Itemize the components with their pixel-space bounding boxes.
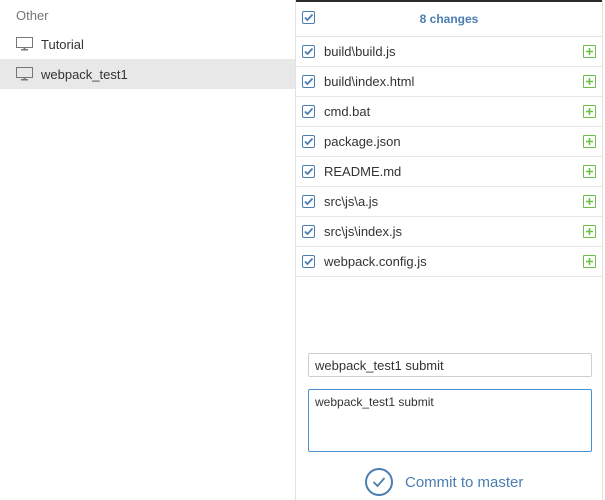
- repo-item-webpack-test1[interactable]: webpack_test1: [0, 59, 295, 89]
- file-row[interactable]: webpack.config.js: [296, 247, 602, 277]
- added-file-icon: [583, 105, 596, 118]
- file-checkbox[interactable]: [302, 135, 315, 148]
- checkmark-icon: [304, 137, 314, 146]
- file-checkbox[interactable]: [302, 225, 315, 238]
- file-row[interactable]: cmd.bat: [296, 97, 602, 127]
- repo-item-label: Tutorial: [41, 36, 84, 52]
- section-title-other: Other: [16, 8, 49, 23]
- file-row[interactable]: README.md: [296, 157, 602, 187]
- monitor-icon: [16, 67, 33, 81]
- checkmark-icon: [304, 167, 314, 176]
- repo-item-tutorial[interactable]: Tutorial: [0, 29, 295, 59]
- checkmark-icon: [304, 227, 314, 236]
- file-name: cmd.bat: [324, 104, 371, 119]
- file-name: build\build.js: [324, 44, 396, 59]
- file-checkbox[interactable]: [302, 45, 315, 58]
- monitor-icon: [16, 37, 33, 51]
- file-name: build\index.html: [324, 74, 415, 89]
- commit-summary-input[interactable]: [308, 353, 592, 377]
- added-file-icon: [583, 45, 596, 58]
- file-row[interactable]: package.json: [296, 127, 602, 157]
- file-checkbox[interactable]: [302, 105, 315, 118]
- added-file-icon: [583, 75, 596, 88]
- file-name: package.json: [324, 134, 401, 149]
- file-name: README.md: [324, 164, 402, 179]
- changes-count: 8 changes: [419, 12, 479, 26]
- repo-item-label: webpack_test1: [41, 66, 128, 82]
- file-row[interactable]: src\js\a.js: [296, 187, 602, 217]
- checkmark-icon: [304, 257, 314, 266]
- file-checkbox[interactable]: [302, 75, 315, 88]
- file-checkbox[interactable]: [302, 195, 315, 208]
- commit-button[interactable]: Commit to master: [365, 466, 555, 498]
- repository-sidebar: Other Tutorial webpack_test1: [0, 0, 295, 500]
- file-row[interactable]: build\index.html: [296, 67, 602, 97]
- file-row[interactable]: src\js\index.js: [296, 217, 602, 247]
- added-file-icon: [583, 165, 596, 178]
- added-file-icon: [583, 135, 596, 148]
- checkmark-icon: [304, 47, 314, 56]
- file-row[interactable]: build\build.js: [296, 37, 602, 67]
- added-file-icon: [583, 195, 596, 208]
- checkmark-circle-icon: [365, 468, 393, 496]
- file-name: src\js\a.js: [324, 194, 379, 209]
- added-file-icon: [583, 225, 596, 238]
- commit-button-label: Commit to master: [405, 473, 524, 491]
- file-name: src\js\index.js: [324, 224, 403, 239]
- added-file-icon: [583, 255, 596, 268]
- file-checkbox[interactable]: [302, 255, 315, 268]
- checkmark-icon: [304, 197, 314, 206]
- checkmark-icon: [304, 77, 314, 86]
- file-checkbox[interactable]: [302, 165, 315, 178]
- commit-description-input[interactable]: webpack_test1 submit: [308, 389, 592, 452]
- changes-panel: 8 changes build\build.js build\index.html…: [295, 0, 603, 500]
- checkmark-icon: [304, 107, 314, 116]
- changes-header: 8 changes: [296, 2, 602, 37]
- file-name: webpack.config.js: [324, 254, 427, 269]
